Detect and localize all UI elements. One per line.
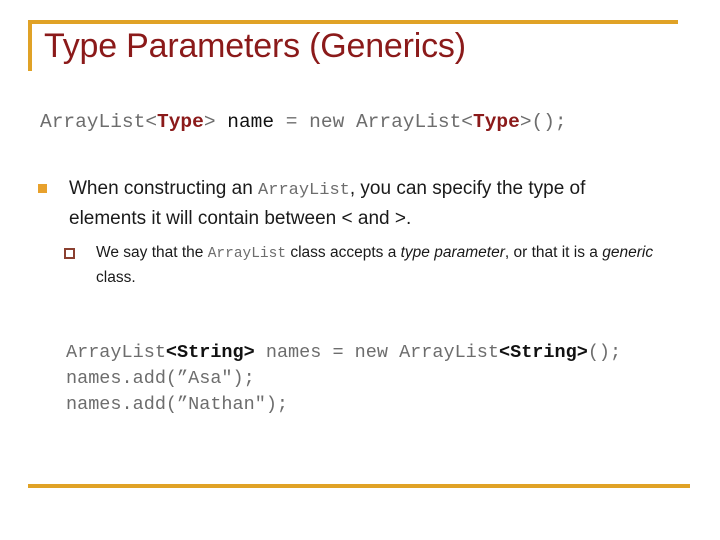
bullet-1-text-and: and — [352, 208, 395, 229]
bullet-1-text-end: . — [405, 208, 412, 229]
bullet-1-lt-symbol: < — [341, 208, 353, 229]
hollow-square-bullet-icon — [64, 248, 75, 259]
code-signature-seg3: > — [203, 111, 228, 133]
code-example-block: ArrayList<String> names = new ArrayList<… — [66, 340, 621, 418]
code-signature-seg6: new ArrayList< — [309, 111, 473, 133]
code-signature-varname: name — [227, 111, 275, 133]
code-signature-type-param-1: Type — [157, 111, 204, 133]
subbullet-1-text-mid2: , or that it is a — [504, 244, 603, 261]
code-block-line1-string-type-2: <String> — [499, 342, 588, 363]
subbullet-1-inline-code: ArrayList — [207, 246, 287, 262]
code-block-line3: names.add(”Nathan"); — [66, 394, 289, 415]
subbullet-1-italic-type-parameter: type parameter — [400, 244, 505, 261]
bullet-item-1-text: When constructing an ArrayList, you can … — [69, 175, 664, 233]
subbullet-1-text-mid: class accepts a — [286, 244, 401, 261]
code-signature-type-param-2: Type — [473, 111, 520, 133]
code-block-line1-seg5: (); — [587, 342, 622, 363]
slide-canvas: Type Parameters (Generics) ArrayList<Typ… — [0, 0, 720, 540]
title-frame-top-rule — [28, 20, 678, 24]
code-block-line1-string-type-1: <String> — [165, 342, 255, 363]
code-block-line1-seg3: names = new ArrayList — [254, 342, 499, 363]
code-signature-seg1: ArrayList< — [40, 111, 158, 133]
subbullet-1-text-pre: We say that the — [96, 244, 208, 261]
bullet-1-gt-symbol: > — [394, 208, 406, 229]
slide-title: Type Parameters (Generics) — [44, 27, 466, 65]
subbullet-1-text-end: class. — [96, 269, 136, 286]
bullet-item-1: When constructing an ArrayList, you can … — [38, 175, 678, 233]
code-block-line2: names.add(”Asa"); — [66, 368, 255, 389]
subbullet-item-1: We say that the ArrayList class accepts … — [64, 241, 684, 289]
code-signature-seg8: >(); — [519, 111, 567, 133]
code-block-line1-seg1: ArrayList — [66, 342, 166, 363]
filled-square-bullet-icon — [38, 184, 47, 193]
bullet-1-inline-code: ArrayList — [258, 181, 350, 200]
subbullet-item-1-text: We say that the ArrayList class accepts … — [96, 241, 656, 289]
code-signature-seg5: = — [274, 111, 310, 133]
subbullet-1-italic-generic: generic — [602, 244, 654, 261]
title-frame-left-rule — [28, 20, 32, 71]
bullet-1-text-pre: When constructing an — [69, 178, 259, 199]
code-signature-line: ArrayList<Type> name = new ArrayList<Typ… — [40, 110, 567, 134]
footer-rule — [28, 484, 690, 488]
